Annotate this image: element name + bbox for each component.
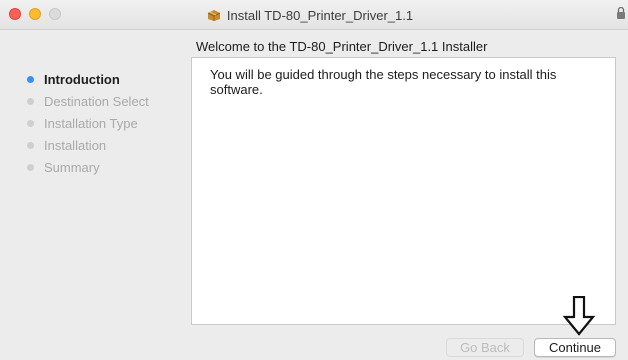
step-label: Introduction [44, 71, 120, 87]
step-label: Destination Select [44, 93, 149, 109]
step-label: Installation Type [44, 115, 138, 131]
step-installation: Installation [0, 134, 190, 156]
step-introduction: Introduction [0, 68, 190, 90]
step-indicator-dot [27, 75, 34, 83]
step-destination-select: Destination Select [0, 90, 190, 112]
installer-window: Install TD-80_Printer_Driver_1.1 Welcome… [0, 0, 628, 360]
installer-heading: Welcome to the TD-80_Printer_Driver_1.1 … [196, 39, 488, 54]
step-installation-type: Installation Type [0, 112, 190, 134]
installer-steps-sidebar: Introduction Destination Select Installa… [0, 68, 190, 178]
title-bar[interactable]: Install TD-80_Printer_Driver_1.1 [0, 0, 628, 30]
lock-icon [616, 6, 626, 20]
go-back-button[interactable]: Go Back [446, 338, 524, 357]
step-summary: Summary [0, 156, 190, 178]
introduction-text: You will be guided through the steps nec… [210, 67, 557, 97]
step-indicator-dot [27, 141, 34, 149]
installer-content-panel: You will be guided through the steps nec… [191, 57, 616, 325]
down-arrow-icon [562, 296, 596, 336]
step-label: Summary [44, 159, 100, 175]
step-indicator-dot [27, 97, 34, 105]
step-label: Installation [44, 137, 107, 153]
window-title: Install TD-80_Printer_Driver_1.1 [226, 7, 414, 23]
package-icon [207, 8, 221, 22]
step-indicator-dot [27, 119, 34, 127]
continue-button[interactable]: Continue [534, 338, 616, 357]
step-indicator-dot [27, 163, 34, 171]
window-title-group: Install TD-80_Printer_Driver_1.1 [0, 0, 628, 30]
